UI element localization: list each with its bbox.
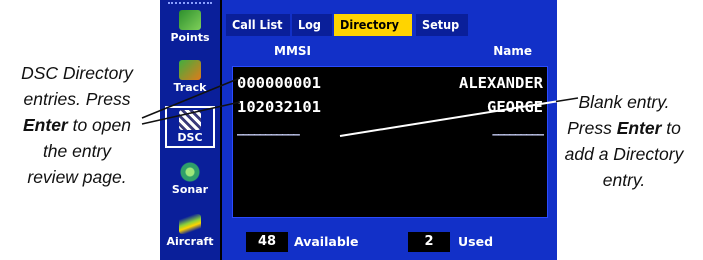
blank-entry-row[interactable]: ——————————— ————————— (237, 123, 544, 147)
blank-entry-mmsi: ——————————— (237, 128, 300, 141)
sidebar-scroll-dots (168, 2, 212, 7)
available-count: 48 (246, 232, 288, 252)
directory-entry-row[interactable]: 102032101 GEORGE (237, 95, 543, 119)
dsc-icon (179, 110, 201, 130)
callout-right-line3: add a Directory (564, 144, 684, 164)
callout-left-line2: entries. Press (23, 89, 131, 109)
column-header-name: Name (493, 44, 532, 58)
sidebar-item-label: Track (173, 81, 207, 94)
tab-bar: Call List Log Directory Setup (226, 14, 557, 36)
callout-left-line3: Enter to open (2, 112, 152, 138)
footer-counts: 48 Available 2 Used (232, 232, 552, 254)
callout-left-line4: the entry (42, 141, 112, 161)
points-icon (179, 10, 201, 30)
sidebar-item-points[interactable]: Points (165, 8, 215, 50)
directory-list: 000000001 ALEXANDER 102032101 GEORGE ———… (232, 66, 548, 218)
callout-right-line4: entry. (602, 170, 646, 190)
sidebar-item-label: Aircraft (166, 235, 214, 248)
entry-mmsi: 000000001 (237, 74, 321, 92)
callout-left-line5: review page. (27, 167, 127, 187)
used-count: 2 (408, 232, 450, 252)
entry-name: GEORGE (487, 98, 543, 116)
tab-directory[interactable]: Directory (334, 14, 412, 36)
directory-panel: Call List Log Directory Setup MMSI Name … (222, 0, 557, 260)
track-icon (179, 60, 201, 80)
column-header-mmsi: MMSI (274, 44, 311, 58)
callout-left-line3-rest: to open (67, 115, 131, 135)
directory-entry-row[interactable]: 000000001 ALEXANDER (237, 71, 543, 95)
column-headers: MMSI Name (230, 44, 550, 62)
tab-call-list[interactable]: Call List (226, 14, 290, 36)
callout-left-line1: DSC Directory (21, 63, 133, 83)
entry-name: ALEXANDER (459, 74, 543, 92)
blank-entry-name: ————————— (492, 128, 544, 141)
callout-blank-entry: Blank entry. Press Enter to add a Direct… (545, 89, 703, 193)
entry-mmsi: 102032101 (237, 98, 321, 116)
callout-directory-entries: DSC Directory entries. Press Enter to op… (2, 60, 152, 190)
tab-log[interactable]: Log (292, 14, 332, 36)
sidebar: Points Track DSC Sonar Aircraft (160, 0, 220, 260)
callout-right-line2: Press Enter to (545, 115, 703, 141)
callout-right-line2-post: to (661, 118, 681, 138)
callout-right-enter: Enter (616, 118, 662, 138)
sidebar-item-dsc[interactable]: DSC (165, 106, 215, 148)
callout-right-line1: Blank entry. (578, 92, 670, 112)
sidebar-item-sonar[interactable]: Sonar (165, 160, 215, 202)
sidebar-item-aircraft[interactable]: Aircraft (165, 212, 215, 254)
sidebar-item-label: Points (170, 31, 210, 44)
callout-right-line2-pre: Press (567, 118, 617, 138)
sonar-icon (179, 162, 201, 182)
callout-left-enter: Enter (23, 115, 68, 135)
used-label: Used (458, 234, 494, 249)
available-label: Available (294, 234, 359, 249)
sidebar-item-label: Sonar (171, 183, 209, 196)
device-screen: Points Track DSC Sonar Aircraft Call Lis… (160, 0, 557, 260)
sidebar-item-track[interactable]: Track (165, 58, 215, 100)
tab-setup[interactable]: Setup (416, 14, 468, 36)
aircraft-icon (179, 214, 201, 234)
sidebar-item-label: DSC (177, 131, 203, 144)
